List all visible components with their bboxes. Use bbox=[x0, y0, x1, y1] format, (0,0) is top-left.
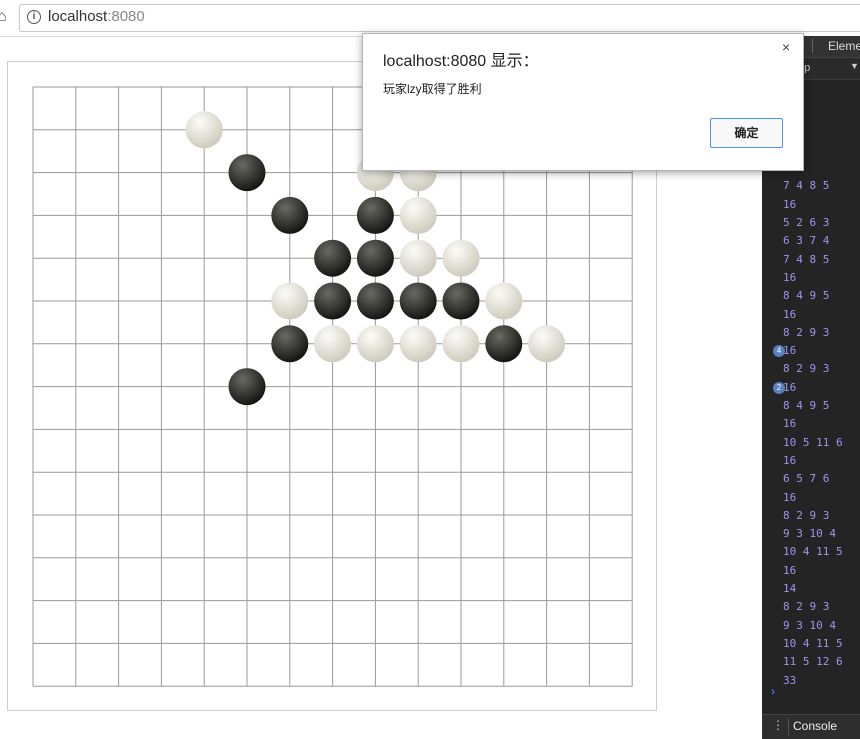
console-line: 11 5 12 6 bbox=[762, 653, 860, 671]
dialog-message: 玩家lzy取得了胜利 bbox=[383, 82, 482, 96]
white-stone bbox=[399, 239, 437, 277]
ok-button[interactable]: 确定 bbox=[710, 118, 783, 148]
white-stone bbox=[485, 282, 523, 320]
console-line-text: 8 2 9 3 bbox=[783, 325, 830, 339]
drawer-tab-console[interactable]: Console bbox=[788, 718, 841, 735]
console-line: 4 16 bbox=[762, 342, 860, 360]
console-line: 7 4 8 5 bbox=[762, 251, 860, 269]
black-stone bbox=[228, 368, 266, 406]
dialog-title: localhost:8080 显示： bbox=[383, 53, 539, 70]
console-line-text: 10 5 11 6 bbox=[783, 435, 843, 449]
console-output: 7 48 56 37 47 4 8 5165 2 6 36 3 7 47 4 8… bbox=[762, 86, 860, 690]
console-line-text: 16 bbox=[783, 490, 797, 504]
console-line: 8 2 9 3 bbox=[762, 507, 860, 525]
console-line-text: 16 bbox=[783, 307, 797, 321]
console-line-text: 8 2 9 3 bbox=[783, 508, 830, 522]
console-line-text: 33 bbox=[783, 673, 797, 687]
devtools-drawer: ⋮ Console bbox=[762, 714, 860, 739]
tab-elements[interactable]: Eleme bbox=[828, 39, 860, 53]
info-icon[interactable]: i bbox=[27, 10, 41, 24]
console-line-text: 10 4 11 5 bbox=[783, 545, 843, 559]
white-stone bbox=[399, 325, 437, 363]
console-line-text: 9 3 10 4 bbox=[783, 618, 836, 632]
console-line-text: 5 2 6 3 bbox=[783, 216, 830, 230]
console-line-text: 8 4 9 5 bbox=[783, 289, 830, 303]
url-text: localhost:8080 bbox=[48, 8, 145, 25]
console-line-text: 9 3 10 4 bbox=[783, 527, 836, 541]
url-host: localhost bbox=[48, 8, 108, 25]
white-stone bbox=[399, 196, 437, 234]
url-port: :8080 bbox=[107, 8, 145, 25]
tab-separator bbox=[812, 39, 813, 53]
black-stone bbox=[271, 196, 309, 234]
black-stone bbox=[314, 239, 352, 277]
white-stone bbox=[442, 325, 480, 363]
black-stone bbox=[314, 282, 352, 320]
drawer-menu-icon[interactable]: ⋮ bbox=[772, 718, 784, 732]
console-line: 9 3 10 4 bbox=[762, 525, 860, 543]
console-line: 2 16 bbox=[762, 379, 860, 397]
console-line: 16 bbox=[762, 196, 860, 214]
console-line-text: 8 4 9 5 bbox=[783, 399, 830, 413]
black-stone bbox=[228, 154, 266, 192]
close-icon[interactable]: × bbox=[782, 39, 790, 55]
console-line-text: 16 bbox=[783, 417, 797, 431]
black-stone bbox=[356, 282, 394, 320]
console-line-text: 14 bbox=[783, 582, 797, 596]
white-stone bbox=[314, 325, 352, 363]
console-line: 6 3 7 4 bbox=[762, 232, 860, 250]
alert-dialog: localhost:8080 显示： × 玩家lzy取得了胜利 确定 bbox=[362, 33, 804, 171]
console-line: 6 5 7 6 bbox=[762, 470, 860, 488]
console-line-text: 7 4 8 5 bbox=[783, 252, 830, 266]
black-stone bbox=[356, 196, 394, 234]
console-line: 33 bbox=[762, 672, 860, 690]
board-grid bbox=[32, 86, 633, 687]
address-bar[interactable]: i localhost:8080 bbox=[19, 4, 860, 32]
console-line: 10 5 11 6 bbox=[762, 434, 860, 452]
browser-toolbar: ⌂ i localhost:8080 bbox=[0, 0, 860, 37]
console-line-text: 8 2 9 3 bbox=[783, 362, 830, 376]
console-line: 16 bbox=[762, 489, 860, 507]
console-line: 8 2 9 3 bbox=[762, 598, 860, 616]
white-stone bbox=[442, 239, 480, 277]
console-line: 14 bbox=[762, 580, 860, 598]
console-line: 8 2 9 3 bbox=[762, 360, 860, 378]
console-line-text: 16 bbox=[783, 563, 797, 577]
console-line: 10 4 11 5 bbox=[762, 635, 860, 653]
console-line: 16 bbox=[762, 415, 860, 433]
repeat-count-badge: 2 bbox=[773, 381, 785, 394]
console-line: 16 bbox=[762, 562, 860, 580]
black-stone bbox=[442, 282, 480, 320]
console-line-text: 16 bbox=[783, 453, 797, 467]
console-line: 7 4 8 5 bbox=[762, 177, 860, 195]
home-icon[interactable]: ⌂ bbox=[0, 8, 13, 26]
console-line: 9 3 10 4 bbox=[762, 617, 860, 635]
console-line-text: 11 5 12 6 bbox=[783, 655, 843, 669]
black-stone bbox=[485, 325, 523, 363]
console-line: 16 bbox=[762, 269, 860, 287]
white-stone bbox=[356, 325, 394, 363]
console-line: 16 bbox=[762, 452, 860, 470]
console-line: 5 2 6 3 bbox=[762, 214, 860, 232]
console-line-text: 10 4 11 5 bbox=[783, 636, 843, 650]
console-line-text: 6 3 7 4 bbox=[783, 234, 830, 248]
black-stone bbox=[399, 282, 437, 320]
console-line-text: 8 2 9 3 bbox=[783, 600, 830, 614]
console-line-text: 7 4 8 5 bbox=[783, 179, 830, 193]
white-stone bbox=[185, 111, 223, 149]
console-line-text: 6 5 7 6 bbox=[783, 472, 830, 486]
console-line: 10 4 11 5 bbox=[762, 543, 860, 561]
console-line-text: 16 bbox=[783, 197, 797, 211]
console-line: 16 bbox=[762, 306, 860, 324]
white-stone bbox=[271, 282, 309, 320]
dropdown-arrow-icon: ▼ bbox=[850, 61, 859, 71]
console-prompt-icon[interactable]: › bbox=[771, 684, 775, 698]
white-stone bbox=[528, 325, 566, 363]
console-line-text: 16 bbox=[783, 270, 797, 284]
console-line: 8 4 9 5 bbox=[762, 287, 860, 305]
black-stone bbox=[356, 239, 394, 277]
console-line: 8 2 9 3 bbox=[762, 324, 860, 342]
black-stone bbox=[271, 325, 309, 363]
console-line: 8 4 9 5 bbox=[762, 397, 860, 415]
